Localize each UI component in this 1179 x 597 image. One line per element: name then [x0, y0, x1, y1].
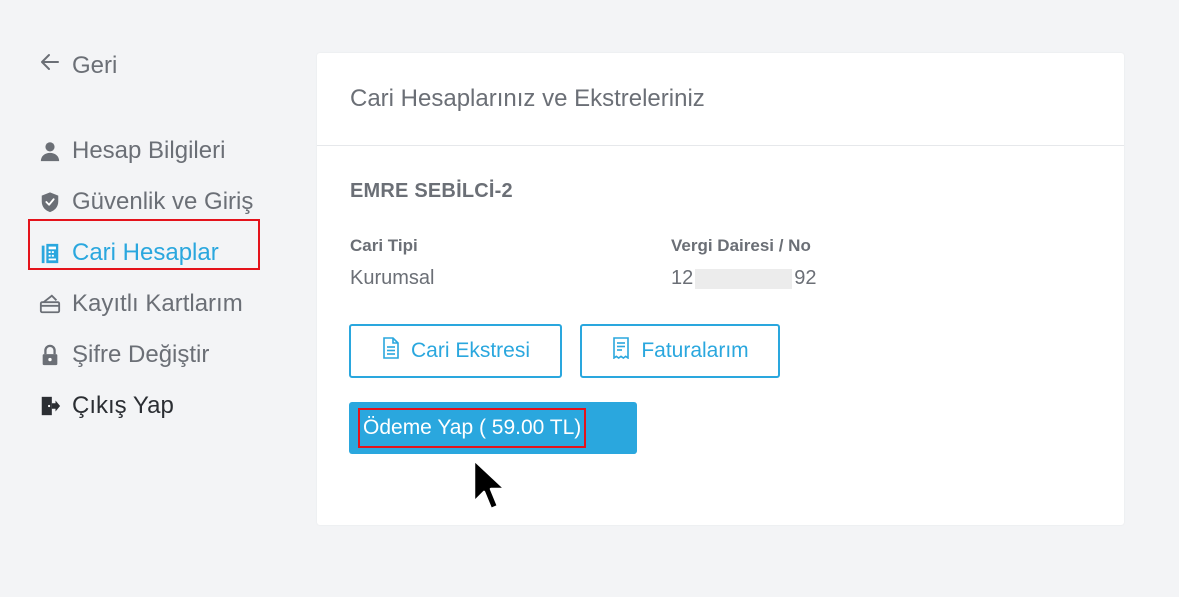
- statement-button[interactable]: Cari Ekstresi: [349, 324, 562, 378]
- sidebar-nav: Hesap Bilgileri Güvenlik ve Giriş Cari H…: [38, 125, 253, 431]
- back-link[interactable]: Geri: [38, 50, 117, 81]
- logout-icon: [38, 394, 62, 418]
- tax-number-value: 12 92: [671, 267, 817, 290]
- back-label: Geri: [72, 51, 118, 79]
- sidebar-item-saved-cards[interactable]: Kayıtlı Kartlarım: [38, 278, 253, 329]
- page-title: Cari Hesaplarınız ve Ekstreleriniz: [350, 85, 705, 112]
- sidebar-item-logout[interactable]: Çıkış Yap: [38, 380, 253, 431]
- sidebar-item-label: Cari Hesaplar: [72, 238, 219, 266]
- sidebar-item-accounts[interactable]: Cari Hesaplar: [38, 227, 253, 278]
- sidebar-item-label: Kayıtlı Kartlarım: [72, 289, 243, 317]
- tax-number-suffix: 92: [794, 267, 817, 289]
- account-type-value: Kurumsal: [350, 267, 435, 289]
- sidebar-item-change-password[interactable]: Şifre Değiştir: [38, 329, 253, 380]
- accounts-card: Cari Hesaplarınız ve Ekstreleriniz EMRE …: [317, 53, 1124, 525]
- account-type-label: Cari Tipi: [350, 236, 418, 255]
- shield-icon: [38, 190, 62, 214]
- user-icon: [38, 139, 62, 163]
- document-icon: [381, 337, 401, 365]
- arrow-left-icon: [38, 50, 62, 81]
- card-icon: [38, 292, 62, 316]
- building-icon: [38, 241, 62, 265]
- sidebar-item-label: Çıkış Yap: [72, 391, 174, 419]
- sidebar-item-account-info[interactable]: Hesap Bilgileri: [38, 125, 253, 176]
- tax-office-label: Vergi Dairesi / No: [671, 236, 811, 255]
- receipt-icon: [611, 337, 631, 365]
- statement-button-label: Cari Ekstresi: [410, 339, 531, 362]
- tax-number-prefix: 12: [671, 267, 694, 289]
- card-header: Cari Hesaplarınız ve Ekstreleriniz: [317, 53, 1124, 146]
- sidebar-item-label: Şifre Değiştir: [72, 340, 210, 368]
- company-name: EMRE SEBİLCİ-2: [350, 180, 513, 202]
- sidebar-item-label: Güvenlik ve Giriş: [72, 187, 254, 215]
- sidebar-item-label: Hesap Bilgileri: [72, 136, 226, 164]
- invoices-button[interactable]: Faturalarım: [580, 324, 780, 378]
- pay-button[interactable]: Ödeme Yap ( 59.00 TL): [349, 402, 637, 454]
- pay-button-label: Ödeme Yap ( 59.00 TL): [358, 408, 587, 448]
- invoices-button-label: Faturalarım: [641, 339, 749, 362]
- tax-number-redaction: [695, 268, 793, 289]
- sidebar-item-security[interactable]: Güvenlik ve Giriş: [38, 176, 253, 227]
- lock-icon: [38, 343, 62, 367]
- page: Geri Hesap Bilgileri Güvenlik ve Giriş C…: [0, 0, 1179, 597]
